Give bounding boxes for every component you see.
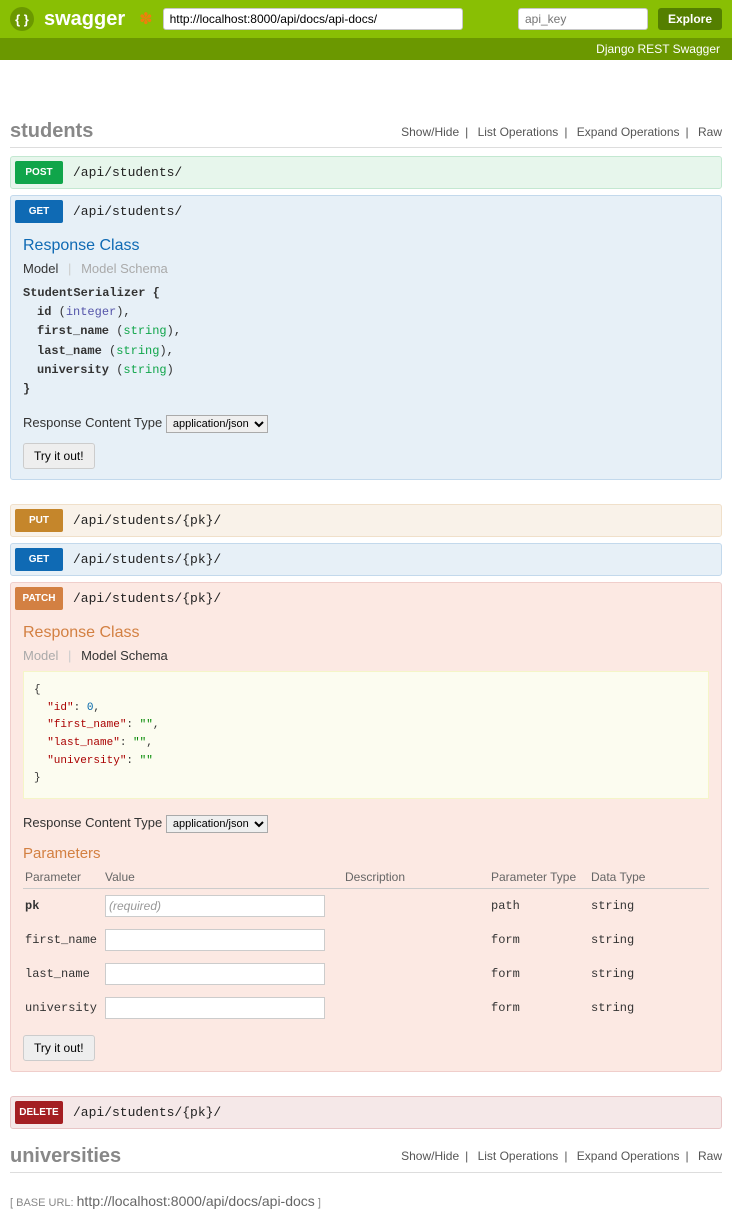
url-input[interactable] (163, 8, 463, 30)
endpoint-path: /api/students/ (73, 204, 182, 219)
op-post-students: POST /api/students/ (10, 156, 722, 189)
link-showhide[interactable]: Show/Hide (401, 1149, 459, 1163)
section-head-universities: universities Show/Hide| List Operations|… (10, 1145, 722, 1173)
param-input-last-name[interactable] (105, 963, 325, 985)
op-get-students-pk: GET /api/students/{pk}/ (10, 543, 722, 576)
endpoint-path: /api/students/{pk}/ (73, 552, 221, 567)
method-badge: GET (15, 548, 63, 571)
method-badge: POST (15, 161, 63, 184)
op-delete-students-pk: DELETE /api/students/{pk}/ (10, 1096, 722, 1129)
response-class-heading: Response Class (23, 624, 709, 642)
section-title[interactable]: universities (10, 1145, 401, 1168)
method-badge: DELETE (15, 1101, 63, 1124)
schema-tabs: Model | Model Schema (23, 261, 709, 276)
tab-model-schema[interactable]: Model Schema (81, 648, 168, 663)
link-showhide[interactable]: Show/Hide (401, 125, 459, 139)
endpoint-path: /api/students/ (73, 165, 182, 180)
op-patch-students-pk: PATCH /api/students/{pk}/ Response Class… (10, 582, 722, 1072)
response-content-type: Response Content Type application/json (23, 815, 709, 833)
op-head[interactable]: PATCH /api/students/{pk}/ (11, 583, 721, 614)
apikey-input[interactable] (518, 8, 648, 30)
op-body-patch: Response Class Model | Model Schema { "i… (11, 614, 721, 1071)
content-type-select[interactable]: application/json (166, 815, 268, 833)
link-raw[interactable]: Raw (698, 1149, 722, 1163)
endpoint-path: /api/students/{pk}/ (73, 591, 221, 606)
response-class-heading: Response Class (23, 237, 709, 255)
endpoint-path: /api/students/{pk}/ (73, 1105, 221, 1120)
parameters-heading: Parameters (23, 845, 709, 862)
method-badge: PATCH (15, 587, 63, 610)
method-badge: PUT (15, 509, 63, 532)
op-body-get: Response Class Model | Model Schema Stud… (11, 227, 721, 479)
try-button[interactable]: Try it out! (23, 1035, 95, 1061)
param-input-pk[interactable] (105, 895, 325, 917)
param-row: pkpathstring (23, 888, 709, 923)
parameters-table: Parameter Value Description Parameter Ty… (23, 866, 709, 1025)
brand: swagger (44, 8, 125, 31)
op-get-students: GET /api/students/ Response Class Model … (10, 195, 722, 480)
section-title[interactable]: students (10, 120, 401, 143)
param-row: last_nameformstring (23, 957, 709, 991)
op-put-students-pk: PUT /api/students/{pk}/ (10, 504, 722, 537)
link-list[interactable]: List Operations (478, 125, 559, 139)
schema-tabs: Model | Model Schema (23, 648, 709, 663)
explore-button[interactable]: Explore (658, 8, 722, 30)
gear-icon[interactable]: ✽ (139, 9, 152, 29)
try-button[interactable]: Try it out! (23, 443, 95, 469)
op-head[interactable]: POST /api/students/ (11, 157, 721, 188)
endpoint-path: /api/students/{pk}/ (73, 513, 221, 528)
tab-model[interactable]: Model (23, 261, 58, 276)
topbar: { } swagger ✽ Explore (0, 0, 732, 38)
section-head-students: students Show/Hide| List Operations| Exp… (10, 120, 722, 148)
base-url: [ BASE URL: http://localhost:8000/api/do… (10, 1193, 722, 1209)
param-row: first_nameformstring (23, 923, 709, 957)
op-head[interactable]: GET /api/students/ (11, 196, 721, 227)
model-schema: StudentSerializer { id (integer), first_… (23, 284, 709, 399)
link-list[interactable]: List Operations (478, 1149, 559, 1163)
op-head[interactable]: PUT /api/students/{pk}/ (11, 505, 721, 536)
section-links: Show/Hide| List Operations| Expand Opera… (401, 1149, 722, 1163)
tab-model-schema[interactable]: Model Schema (81, 261, 168, 276)
content-type-select[interactable]: application/json (166, 415, 268, 433)
op-head[interactable]: GET /api/students/{pk}/ (11, 544, 721, 575)
param-row: universityformstring (23, 991, 709, 1025)
link-expand[interactable]: Expand Operations (577, 125, 680, 139)
param-input-first-name[interactable] (105, 929, 325, 951)
op-head[interactable]: DELETE /api/students/{pk}/ (11, 1097, 721, 1128)
schema-json: { "id": 0, "first_name": "", "last_name"… (23, 671, 709, 799)
swagger-logo-icon: { } (10, 7, 34, 31)
subbar-title: Django REST Swagger (0, 38, 732, 60)
tab-model[interactable]: Model (23, 648, 58, 663)
response-content-type: Response Content Type application/json (23, 415, 709, 433)
section-links: Show/Hide| List Operations| Expand Opera… (401, 125, 722, 139)
link-expand[interactable]: Expand Operations (577, 1149, 680, 1163)
link-raw[interactable]: Raw (698, 125, 722, 139)
param-input-university[interactable] (105, 997, 325, 1019)
method-badge: GET (15, 200, 63, 223)
